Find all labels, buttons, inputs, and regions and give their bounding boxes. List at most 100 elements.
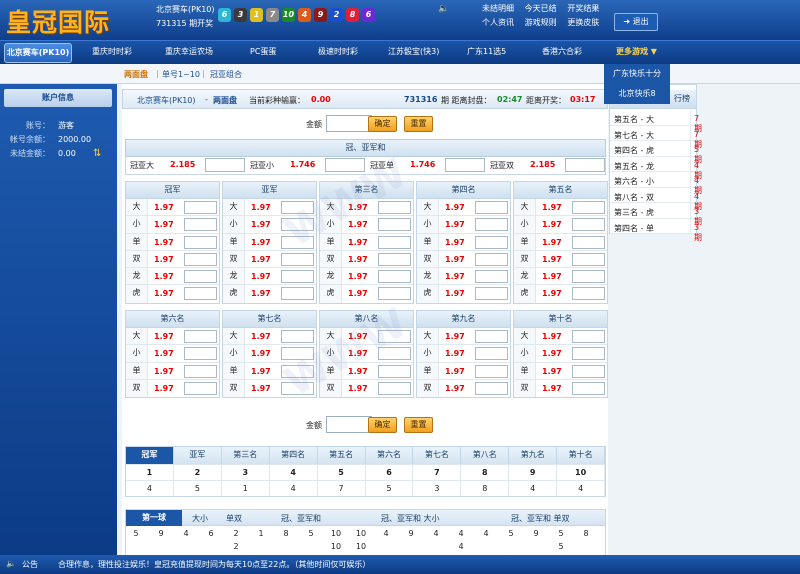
bet-row[interactable]: 虎 1.97: [417, 285, 510, 303]
bet-row[interactable]: 虎 1.97: [514, 285, 607, 303]
bet-input[interactable]: [572, 201, 605, 214]
tab-first-ball[interactable]: 第一球: [126, 510, 182, 526]
results-tab[interactable]: 第六名: [366, 447, 414, 464]
bet-input[interactable]: [572, 218, 605, 232]
speaker-icon[interactable]: 🔈: [438, 4, 449, 14]
results-tab[interactable]: 冠军: [126, 447, 174, 464]
logout-button[interactable]: ➜ 退出: [614, 13, 658, 31]
gy-input[interactable]: [565, 158, 605, 172]
gy-input[interactable]: [325, 158, 365, 172]
bet-input[interactable]: [572, 330, 605, 343]
bet-input[interactable]: [281, 287, 314, 301]
nav-item[interactable]: 江苏骰宝(快3): [388, 46, 439, 57]
bet-row[interactable]: 双 1.97: [514, 379, 607, 398]
results-tab[interactable]: 第九名: [509, 447, 558, 464]
bet-input[interactable]: [378, 381, 411, 395]
nav-item[interactable]: 极速时时彩: [318, 46, 358, 57]
bet-row[interactable]: 大 1.97: [514, 199, 607, 217]
bet-row[interactable]: 单 1.97: [514, 233, 607, 251]
bet-row[interactable]: 小 1.97: [514, 345, 607, 363]
gy-input[interactable]: [205, 158, 245, 172]
gy-cell[interactable]: 冠亚单 1.746: [366, 156, 486, 174]
bet-row[interactable]: 龙 1.97: [320, 268, 413, 286]
nav-item[interactable]: 香港六合彩: [542, 46, 582, 57]
bet-row[interactable]: 双 1.97: [514, 250, 607, 269]
confirm-button[interactable]: 确定: [368, 417, 397, 433]
bet-row[interactable]: 大 1.97: [417, 199, 510, 217]
bet-input[interactable]: [572, 347, 605, 361]
results-tab[interactable]: 第八名: [461, 447, 510, 464]
bet-input[interactable]: [378, 347, 411, 361]
top-link[interactable]: 开奖结果: [567, 3, 602, 14]
nav-more-games[interactable]: 更多游戏 ▼: [616, 46, 657, 57]
subnav-item-liangmian[interactable]: 两面盘: [124, 69, 148, 80]
bet-row[interactable]: 双 1.97: [223, 379, 316, 398]
bet-row[interactable]: 虎 1.97: [126, 285, 219, 303]
bet-row[interactable]: 双 1.97: [417, 250, 510, 269]
bet-input[interactable]: [378, 287, 411, 301]
bet-row[interactable]: 大 1.97: [320, 328, 413, 346]
bet-input[interactable]: [281, 218, 314, 232]
results-tab[interactable]: 第三名: [222, 447, 270, 464]
tab-gy-daxiao[interactable]: 冠、亚军和 大小: [381, 513, 440, 524]
bet-row[interactable]: 小 1.97: [223, 216, 316, 234]
bet-row[interactable]: 单 1.97: [417, 233, 510, 251]
tab-danshuang[interactable]: 单双: [226, 513, 242, 524]
bet-input[interactable]: [184, 364, 217, 378]
bet-row[interactable]: 虎 1.97: [320, 285, 413, 303]
top-link[interactable]: 更换皮肤: [567, 17, 602, 28]
bet-row[interactable]: 大 1.97: [320, 199, 413, 217]
bet-row[interactable]: 龙 1.97: [514, 268, 607, 286]
bet-row[interactable]: 大 1.97: [223, 328, 316, 346]
bet-row[interactable]: 单 1.97: [514, 362, 607, 380]
nav-item[interactable]: PC蛋蛋: [250, 46, 276, 57]
bet-row[interactable]: 虎 1.97: [223, 285, 316, 303]
tab-daxiao[interactable]: 大小: [192, 513, 208, 524]
bet-row[interactable]: 单 1.97: [320, 362, 413, 380]
gy-cell[interactable]: 冠亚小 1.746: [246, 156, 366, 174]
bet-input[interactable]: [572, 252, 605, 266]
bet-input[interactable]: [281, 330, 314, 343]
gy-cell[interactable]: 冠亚大 2.185: [126, 156, 246, 174]
bet-input[interactable]: [572, 270, 605, 284]
bet-input[interactable]: [475, 381, 508, 395]
bet-input[interactable]: [572, 381, 605, 395]
top-link[interactable]: 今天已结: [525, 3, 560, 14]
bet-row[interactable]: 双 1.97: [223, 250, 316, 269]
bet-input[interactable]: [378, 218, 411, 232]
amount-input[interactable]: [326, 416, 372, 433]
tab-gy-danshuang[interactable]: 冠、亚军和 单双: [511, 513, 570, 524]
gy-input[interactable]: [445, 158, 485, 172]
results-tab[interactable]: 第七名: [413, 447, 462, 464]
nav-item-active[interactable]: 北京赛车(PK10): [4, 43, 72, 63]
bet-input[interactable]: [184, 235, 217, 249]
bet-input[interactable]: [184, 287, 217, 301]
bet-input[interactable]: [184, 218, 217, 232]
bet-input[interactable]: [281, 364, 314, 378]
confirm-button[interactable]: 确定: [368, 116, 397, 132]
bet-input[interactable]: [378, 201, 411, 214]
bet-row[interactable]: 单 1.97: [126, 233, 219, 251]
bet-row[interactable]: 单 1.97: [223, 362, 316, 380]
subnav-item-danhao[interactable]: 单号1~10: [162, 69, 200, 80]
reset-button[interactable]: 重置: [404, 116, 433, 132]
bet-row[interactable]: 小 1.97: [126, 345, 219, 363]
reset-button[interactable]: 重置: [404, 417, 433, 433]
subnav-item-guanya[interactable]: 冠亚组合: [210, 69, 242, 80]
tab-gy-sum[interactable]: 冠、亚军和: [281, 513, 321, 524]
bet-row[interactable]: 双 1.97: [320, 250, 413, 269]
bet-input[interactable]: [184, 201, 217, 214]
bet-input[interactable]: [475, 218, 508, 232]
bet-input[interactable]: [281, 201, 314, 214]
bet-input[interactable]: [572, 364, 605, 378]
nav-item[interactable]: 广东11选5: [467, 46, 506, 57]
bet-input[interactable]: [475, 364, 508, 378]
bet-row[interactable]: 双 1.97: [126, 250, 219, 269]
bet-input[interactable]: [378, 270, 411, 284]
results-tab[interactable]: 第五名: [318, 447, 366, 464]
bet-input[interactable]: [184, 252, 217, 266]
bet-input[interactable]: [572, 287, 605, 301]
bet-input[interactable]: [281, 252, 314, 266]
bet-row[interactable]: 龙 1.97: [126, 268, 219, 286]
bet-row[interactable]: 单 1.97: [320, 233, 413, 251]
